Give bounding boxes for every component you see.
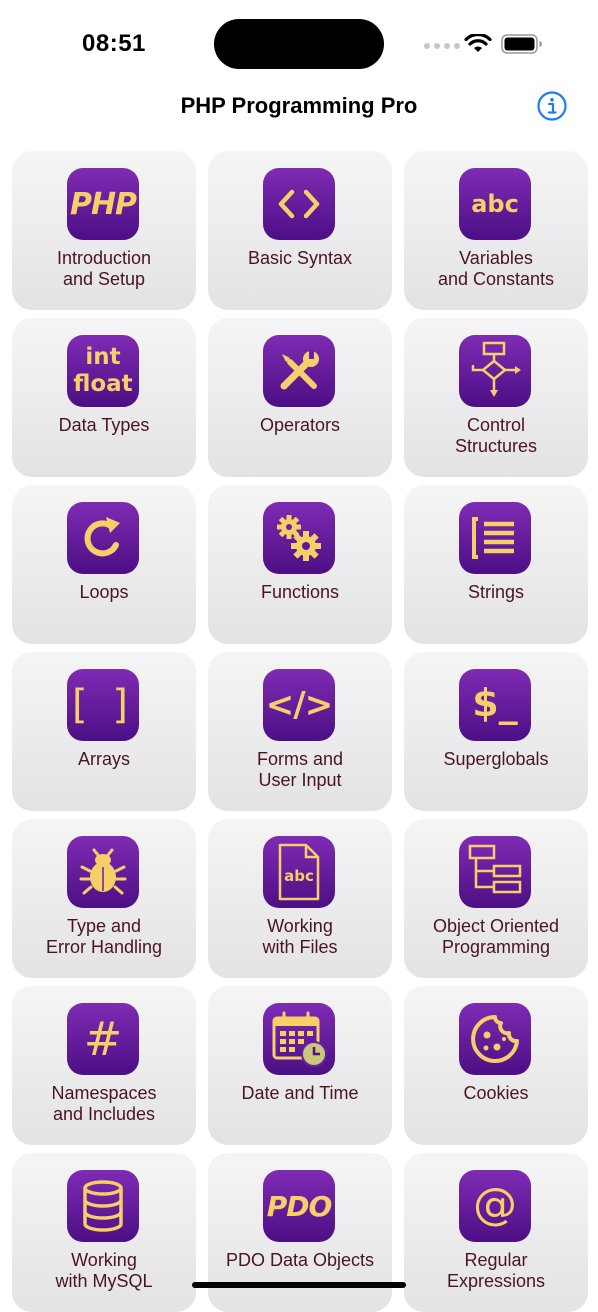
topics-grid: PHP Introduction and Setup Basic Syntax abc… xyxy=(12,151,588,1312)
topic-tile[interactable]: Functions xyxy=(208,485,392,644)
calendar-clock-icon xyxy=(263,1003,335,1075)
topic-tile[interactable]: abc Working with Files xyxy=(208,819,392,978)
topic-tile[interactable]: Control Structures xyxy=(404,318,588,477)
topic-tile[interactable]: [ ] Arrays xyxy=(12,652,196,811)
topic-label: Introduction and Setup xyxy=(56,248,152,289)
code-tag-icon: </> xyxy=(263,669,335,741)
status-bar: 08:51 xyxy=(0,0,598,90)
battery-icon xyxy=(501,34,542,54)
topic-label: Superglobals xyxy=(443,749,549,769)
topic-tile[interactable]: Type and Error Handling xyxy=(12,819,196,978)
topic-tile[interactable]: Cookies xyxy=(404,986,588,1145)
text-lines-icon xyxy=(459,502,531,574)
topic-label: Forms and User Input xyxy=(256,749,344,790)
topic-label: Type and Error Handling xyxy=(45,916,163,957)
page-title: PHP Programming Pro xyxy=(180,93,418,118)
topic-label: Functions xyxy=(260,582,340,602)
topic-label: Namespaces and Includes xyxy=(51,1083,157,1124)
wifi-icon xyxy=(464,34,492,52)
topic-label: Data Types xyxy=(58,415,150,435)
topic-label: Cookies xyxy=(463,1083,529,1103)
topic-label: Working with Files xyxy=(262,916,338,957)
navigation-bar: PHP Programming Pro xyxy=(0,86,598,130)
database-icon xyxy=(67,1170,139,1242)
topic-label: Operators xyxy=(259,415,341,435)
topic-tile[interactable]: Working with MySQL xyxy=(12,1153,196,1312)
class-hierarchy-icon xyxy=(459,836,531,908)
dollar-prompt-icon: $_ xyxy=(459,669,531,741)
topic-tile[interactable]: Strings xyxy=(404,485,588,644)
cookie-icon xyxy=(459,1003,531,1075)
topic-label: Variables and Constants xyxy=(437,248,555,289)
topic-tile[interactable]: Date and Time xyxy=(208,986,392,1145)
topic-tile[interactable]: PDO PDO Data Objects xyxy=(208,1153,392,1312)
topic-tile[interactable]: Operators xyxy=(208,318,392,477)
topic-label: Arrays xyxy=(77,749,130,769)
topic-tile[interactable]: PHP Introduction and Setup xyxy=(12,151,196,310)
topic-tile[interactable]: # Namespaces and Includes xyxy=(12,986,196,1145)
topic-tile[interactable]: int float Data Types xyxy=(12,318,196,477)
angle-brackets-icon xyxy=(263,168,335,240)
php-logo-icon: PHP xyxy=(67,168,139,240)
topic-tile[interactable]: Loops xyxy=(12,485,196,644)
topic-label: Control Structures xyxy=(454,415,538,456)
square-brackets-icon: [ ] xyxy=(67,669,139,741)
topic-label: Strings xyxy=(467,582,525,602)
topic-label: Regular Expressions xyxy=(446,1250,546,1291)
svg-text:abc: abc xyxy=(284,867,314,885)
topic-label: Loops xyxy=(79,582,129,602)
refresh-arrow-icon xyxy=(67,502,139,574)
abc-text-icon: abc xyxy=(459,168,531,240)
topic-label: Date and Time xyxy=(241,1083,359,1103)
file-abc-icon: abc xyxy=(263,836,335,908)
gears-icon xyxy=(263,502,335,574)
cellular-signal-icon xyxy=(424,43,460,49)
bug-icon xyxy=(67,836,139,908)
dynamic-island xyxy=(214,19,384,69)
wrench-screwdriver-icon xyxy=(263,335,335,407)
topic-label: Basic Syntax xyxy=(247,248,353,268)
topic-tile[interactable]: @ Regular Expressions xyxy=(404,1153,588,1312)
topic-label: Object Oriented Programming xyxy=(432,916,560,957)
info-circle-icon[interactable] xyxy=(536,90,568,122)
hash-icon: # xyxy=(67,1003,139,1075)
topic-tile[interactable]: Basic Syntax xyxy=(208,151,392,310)
topic-tile[interactable]: abc Variables and Constants xyxy=(404,151,588,310)
topic-tile[interactable]: </> Forms and User Input xyxy=(208,652,392,811)
home-indicator xyxy=(192,1282,406,1288)
status-time: 08:51 xyxy=(82,30,146,57)
at-sign-icon: @ xyxy=(459,1170,531,1242)
topic-tile[interactable]: $_ Superglobals xyxy=(404,652,588,811)
topic-label: PDO Data Objects xyxy=(225,1250,375,1270)
topic-tile[interactable]: Object Oriented Programming xyxy=(404,819,588,978)
topic-label: Working with MySQL xyxy=(55,1250,153,1291)
int-float-icon: int float xyxy=(67,335,139,407)
pdo-logo-icon: PDO xyxy=(263,1170,335,1242)
flowchart-icon xyxy=(459,335,531,407)
